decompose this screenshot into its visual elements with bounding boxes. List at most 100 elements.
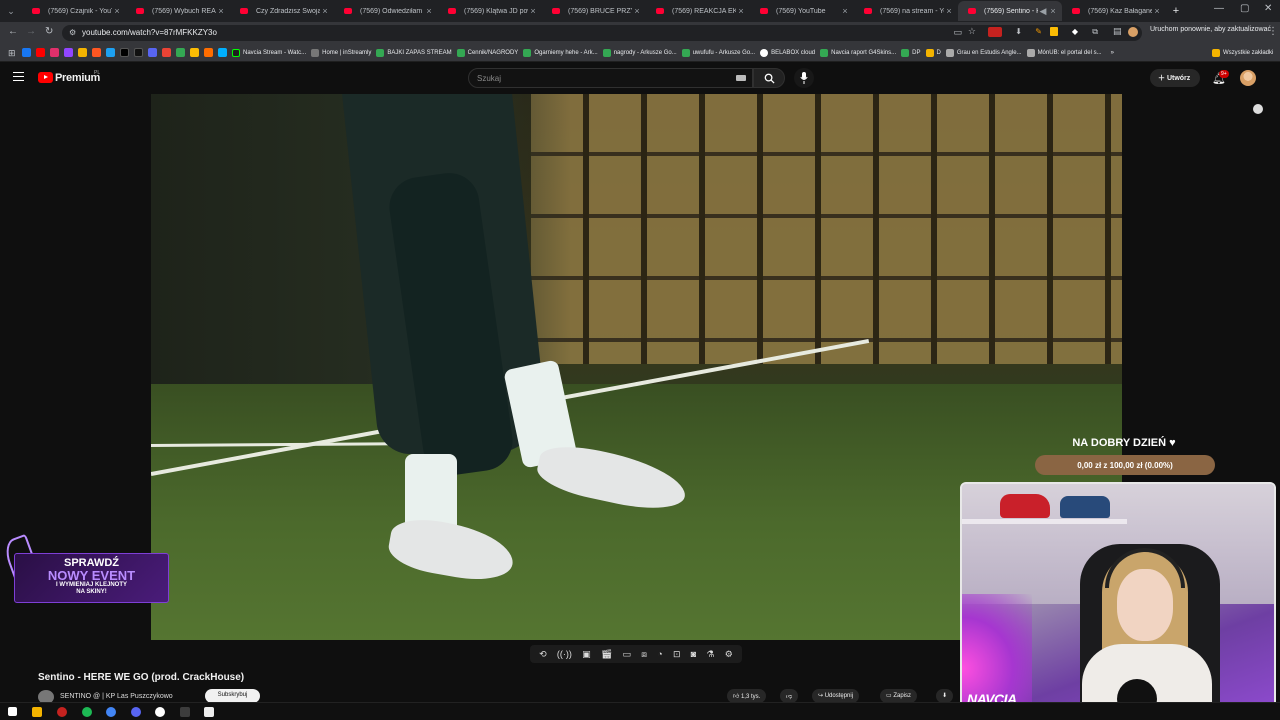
bookmark-item[interactable]: MónUB: el portal del s...: [1026, 48, 1102, 57]
bookmark-item[interactable]: DP: [901, 48, 921, 57]
bookmark-item[interactable]: Navcia Stream - Watc...: [232, 48, 306, 57]
bookmark-item[interactable]: BAJKI ZAPAS STREAM: [376, 48, 452, 57]
discord-icon[interactable]: [148, 48, 157, 57]
close-icon[interactable]: ×: [216, 6, 226, 16]
speaker-icon[interactable]: ◀: [1038, 6, 1048, 17]
search-button[interactable]: [753, 68, 785, 88]
share-button[interactable]: ↪ Udostępnij: [812, 689, 860, 703]
file-explorer-icon[interactable]: [32, 707, 42, 717]
close-icon[interactable]: ×: [1152, 6, 1162, 16]
x-icon[interactable]: [120, 48, 129, 57]
close-icon[interactable]: ×: [840, 6, 850, 16]
bookmark-icon[interactable]: [106, 48, 115, 57]
close-icon[interactable]: ×: [632, 6, 642, 16]
loop-icon[interactable]: ⟲: [539, 649, 547, 660]
bookmark-item[interactable]: nagrody - Arkusze Go...: [602, 48, 677, 57]
browser-tab[interactable]: (7569) REAKCJA EKIPY N×: [646, 1, 750, 21]
profile-avatar-icon[interactable]: [1128, 27, 1138, 37]
browser-tab[interactable]: (7569) YouTube ×: [750, 1, 854, 21]
bookmark-icon[interactable]: [162, 48, 171, 57]
twitch-icon[interactable]: [64, 48, 73, 57]
bookmark-item[interactable]: Navcia raport G4Skins...: [820, 48, 896, 57]
dislike-button[interactable]: 👎︎: [780, 689, 799, 703]
extension-icon[interactable]: [1050, 27, 1058, 36]
search-input[interactable]: Szukaj: [468, 68, 753, 88]
close-icon[interactable]: ×: [320, 6, 330, 16]
app-icon[interactable]: [204, 707, 214, 717]
channel-name[interactable]: SENTINO @ | KP Las Puszczykowo: [60, 693, 173, 700]
bookmark-item[interactable]: Grau en Estudis Angle...: [945, 48, 1022, 57]
bookmark-icon[interactable]: [78, 48, 87, 57]
miniplayer-icon[interactable]: ⧈: [641, 649, 647, 660]
close-icon[interactable]: ×: [424, 6, 434, 16]
create-button[interactable]: ＋ Utwórz: [1150, 69, 1200, 87]
menu-hamburger-icon[interactable]: [13, 72, 24, 81]
back-icon[interactable]: ←: [8, 26, 18, 37]
opera-icon[interactable]: [57, 707, 67, 717]
browser-tab[interactable]: (7569) Kaz Bałagane feat×: [1062, 1, 1166, 21]
forward-icon[interactable]: →: [26, 26, 36, 37]
reading-list-icon[interactable]: ▤: [1113, 26, 1122, 37]
bookmark-icon[interactable]: [190, 48, 199, 57]
tab-search-button[interactable]: ⌄: [0, 1, 22, 21]
cast-icon[interactable]: ▭: [953, 27, 962, 38]
close-icon[interactable]: ×: [112, 6, 122, 16]
windows-start-icon[interactable]: [8, 707, 17, 716]
bookmark-item[interactable]: BELABOX cloud: [760, 48, 815, 57]
facebook-icon[interactable]: [22, 48, 31, 57]
subtitles-icon[interactable]: ▣: [582, 649, 591, 660]
voice-search-button[interactable]: [794, 68, 814, 88]
apps-grid-icon[interactable]: ⊞: [8, 48, 17, 58]
speed-icon[interactable]: ◔: [657, 649, 662, 659]
instagram-icon[interactable]: [50, 48, 59, 57]
camera-icon[interactable]: ◙: [691, 649, 696, 659]
bookmark-icon[interactable]: [218, 48, 227, 57]
close-icon[interactable]: ×: [1048, 6, 1058, 16]
audio-icon[interactable]: ((·)): [557, 649, 572, 659]
youtube-icon[interactable]: [36, 48, 45, 57]
browser-tab[interactable]: Czy Zdradzisz Swoją Ex×: [230, 1, 334, 21]
extension-icon[interactable]: ✎: [1035, 27, 1042, 36]
bookmark-star-icon[interactable]: ☆: [968, 26, 976, 37]
bookmark-icon[interactable]: [204, 48, 213, 57]
close-icon[interactable]: ×: [528, 6, 538, 16]
close-icon[interactable]: ×: [736, 6, 746, 16]
site-info-icon[interactable]: ⚙: [69, 28, 76, 37]
more-bookmarks-button[interactable]: »: [1111, 50, 1114, 56]
bookmark-item[interactable]: Ogarniemy hehe - Ark...: [523, 48, 598, 57]
discord-icon[interactable]: [131, 707, 141, 717]
settings-gear-icon[interactable]: ⚙: [725, 649, 733, 660]
user-avatar[interactable]: [1240, 70, 1256, 86]
close-icon[interactable]: ×: [944, 6, 954, 16]
obs-icon[interactable]: [155, 707, 165, 717]
new-tab-button[interactable]: +: [1166, 1, 1186, 21]
browser-tab-active[interactable]: (7569) Sentino - HERE◀×: [958, 1, 1062, 21]
restart-update-button[interactable]: Uruchom ponownie, aby zaktualizować: [1150, 26, 1271, 33]
screenshot-icon[interactable]: ⊡: [673, 649, 681, 660]
browser-tab[interactable]: (7569) Wybuch REAKTOR×: [126, 1, 230, 21]
bookmark-item[interactable]: D: [925, 48, 941, 57]
browser-tab[interactable]: (7569) na stream - YouTu×: [854, 1, 958, 21]
tiktok-icon[interactable]: [134, 48, 143, 57]
bookmark-item[interactable]: Cennik/NAGRODY: [456, 48, 518, 57]
bookmark-item[interactable]: uwufufu - Arkusze Go...: [681, 48, 755, 57]
terminal-icon[interactable]: [180, 707, 190, 717]
browser-tab[interactable]: (7569) BRUCE PRZYŁAPAŁ×: [542, 1, 646, 21]
subscribe-button[interactable]: Subskrybuj: [205, 689, 260, 703]
extension-badge-icon[interactable]: [988, 27, 1002, 37]
chrome-icon[interactable]: [106, 707, 116, 717]
all-bookmarks-button[interactable]: Wszystkie zakładki: [1212, 49, 1273, 57]
menu-dots-icon[interactable]: ⋮: [1268, 26, 1278, 37]
close-window-icon[interactable]: ✕: [1264, 3, 1272, 14]
download-icon[interactable]: ⬇: [1015, 27, 1022, 36]
filter-icon[interactable]: ⚗: [706, 649, 714, 660]
extension-icon[interactable]: ◆: [1072, 27, 1078, 36]
reload-icon[interactable]: ↻: [45, 26, 53, 37]
browser-tab[interactable]: (7569) Czajnik - YouTube×: [22, 1, 126, 21]
bookmark-icon[interactable]: [176, 48, 185, 57]
download-button[interactable]: ⬇: [936, 689, 954, 703]
bookmark-icon[interactable]: [92, 48, 101, 57]
miniplayer-icon[interactable]: [1253, 104, 1263, 114]
browser-tab[interactable]: (7569) Klątwa JD powrac×: [438, 1, 542, 21]
puzzle-icon[interactable]: ⧉: [1092, 27, 1098, 37]
